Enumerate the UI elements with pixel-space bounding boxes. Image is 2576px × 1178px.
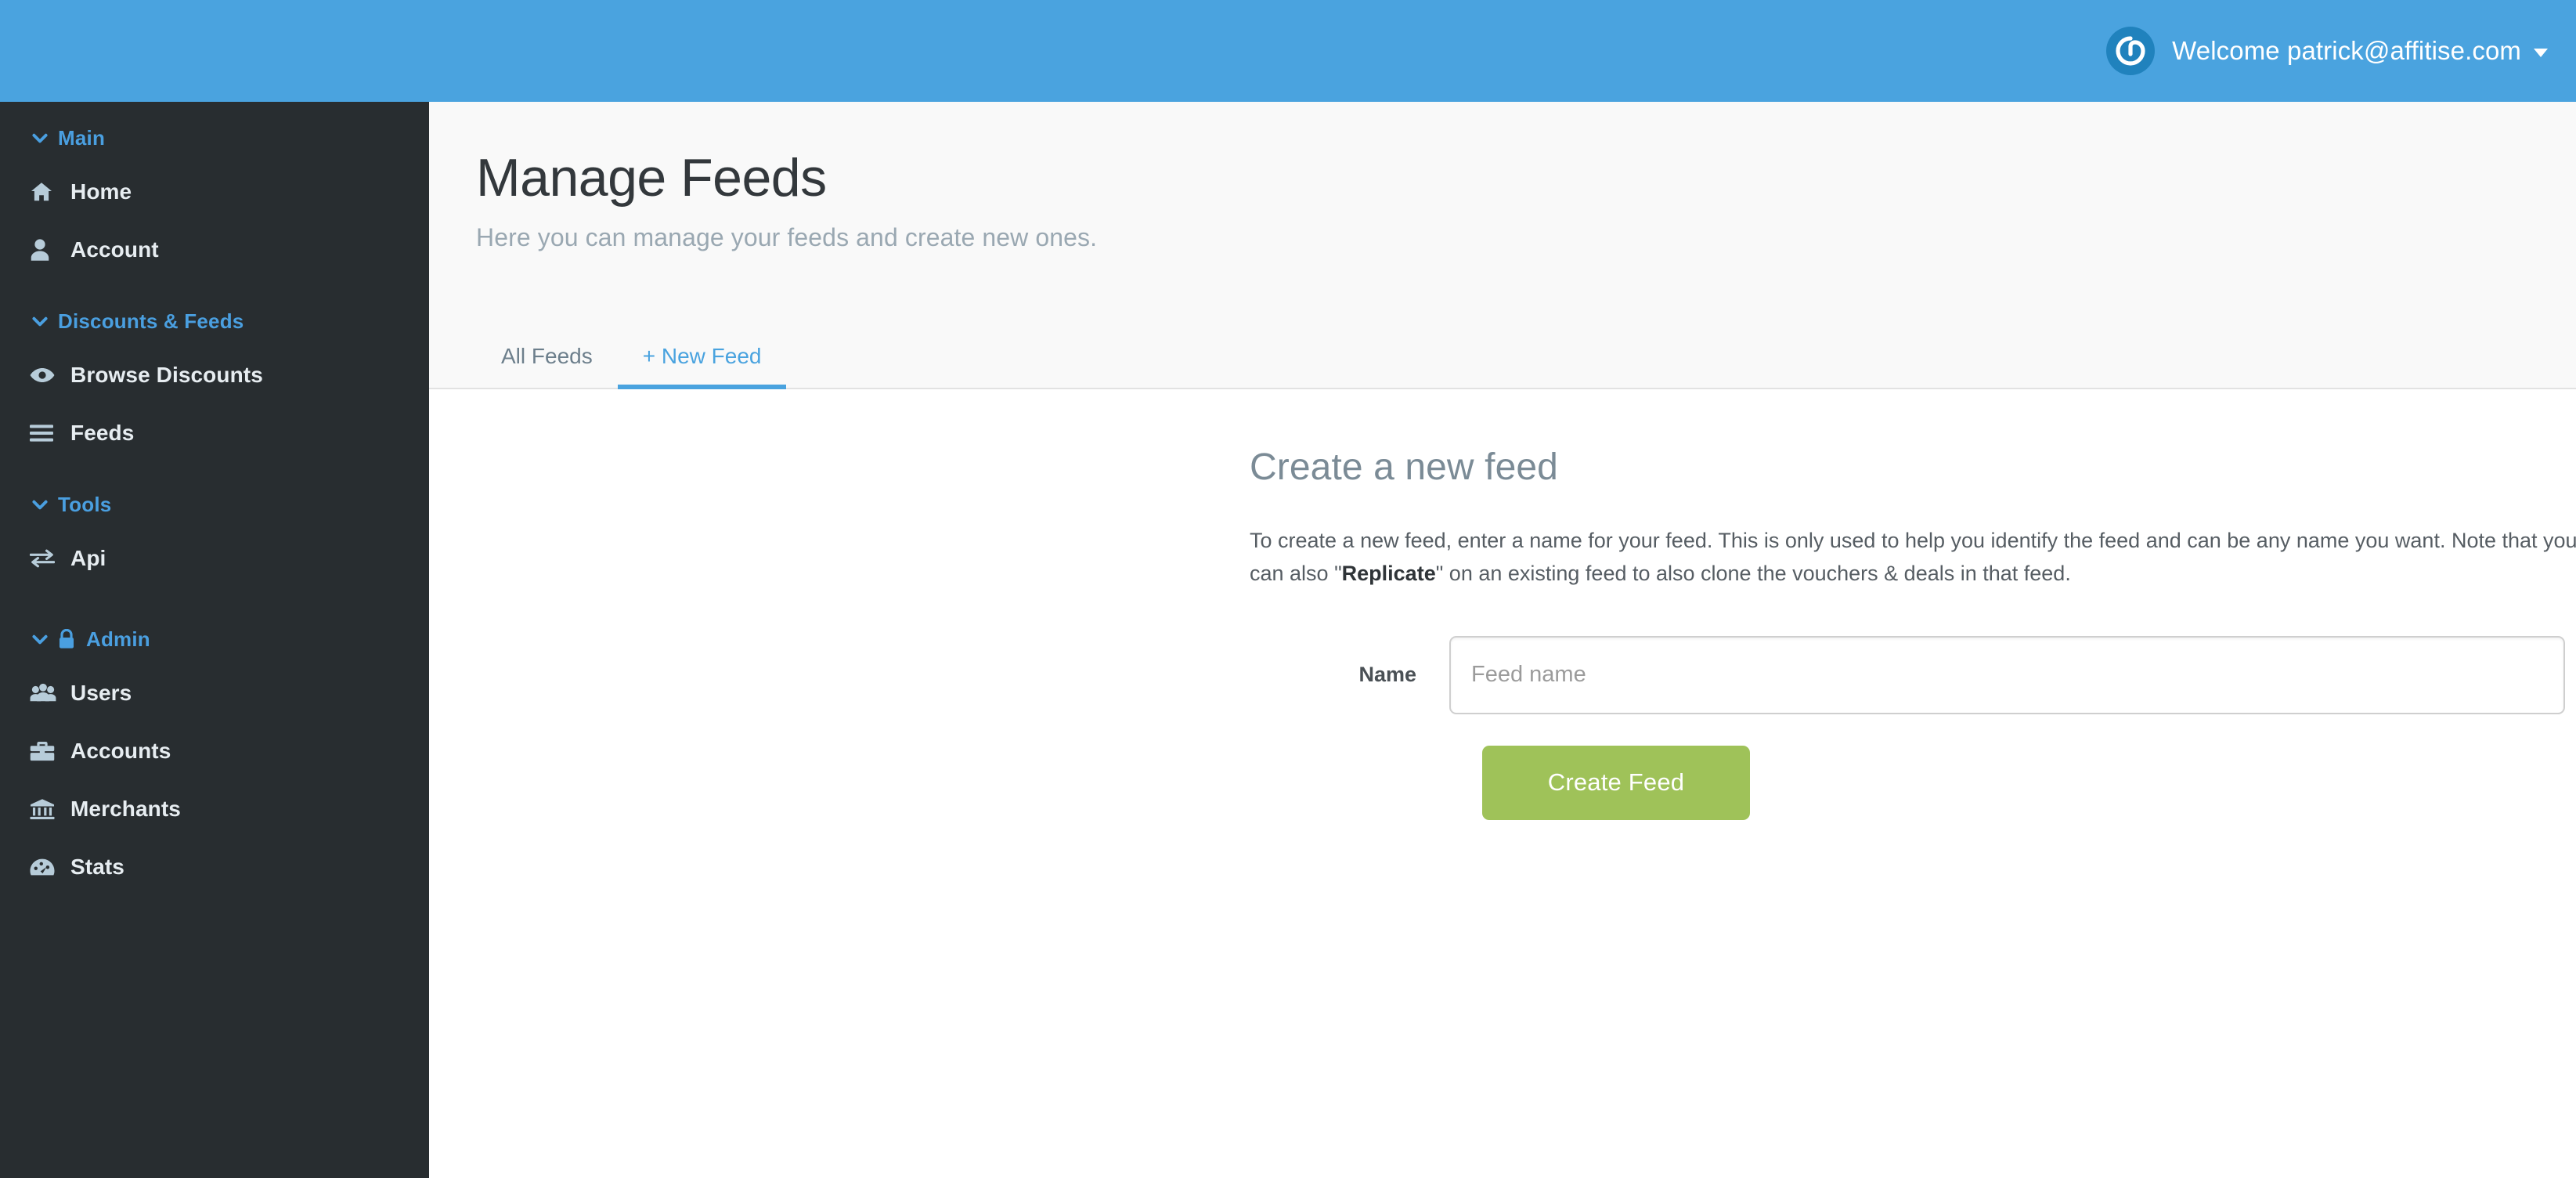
user-icon: [30, 238, 70, 262]
sidebar-item-api[interactable]: Api: [0, 529, 429, 587]
sidebar-item-accounts[interactable]: Accounts: [0, 722, 429, 780]
chevron-down-icon: [30, 128, 58, 148]
form-description-emphasis: Replicate: [1341, 561, 1436, 585]
sidebar-item-label: Feeds: [70, 421, 135, 445]
tab-new-feed[interactable]: + New Feed: [617, 344, 787, 389]
form-title: Create a new feed: [1250, 446, 1558, 488]
chevron-down-icon: [30, 494, 58, 515]
page-subtitle: Here you can manage your feeds and creat…: [476, 223, 1098, 252]
sidebar-group-admin[interactable]: Admin: [0, 614, 429, 664]
form-description-part2: " on an existing feed to also clone the …: [1435, 561, 2071, 585]
top-header-bar: Welcome patrick@affitise.com: [0, 0, 2576, 102]
sidebar-group-label: Discounts & Feeds: [58, 309, 244, 333]
sidebar-item-label: Home: [70, 179, 132, 204]
lock-icon: [58, 629, 75, 649]
name-field-row: Name: [1250, 635, 2576, 714]
sidebar-item-browse-discounts[interactable]: Browse Discounts: [0, 346, 429, 404]
bank-icon: [30, 798, 70, 820]
app-root: Welcome patrick@affitise.com Main Home A…: [0, 0, 2576, 1178]
chevron-down-icon: [30, 629, 58, 649]
name-label: Name: [1358, 663, 1416, 687]
page-header-section: Manage Feeds Here you can manage your fe…: [429, 102, 2576, 389]
create-feed-button[interactable]: Create Feed: [1482, 745, 1750, 820]
sidebar-item-label: Browse Discounts: [70, 363, 263, 387]
welcome-label: Welcome patrick@affitise.com: [2172, 36, 2521, 65]
chevron-down-icon: [30, 311, 58, 331]
exchange-arrows-icon: [30, 549, 70, 568]
form-description: To create a new feed, enter a name for y…: [1250, 525, 2576, 591]
sidebar-group-label: Tools: [58, 492, 112, 516]
sidebar-item-account[interactable]: Account: [0, 221, 429, 279]
sidebar-item-label: Accounts: [70, 739, 171, 763]
caret-down-icon: [2534, 48, 2548, 57]
sidebar-group-label: Main: [58, 125, 106, 150]
main-content-area: Manage Feeds Here you can manage your fe…: [429, 102, 2576, 1178]
sidebar-item-merchants[interactable]: Merchants: [0, 780, 429, 838]
briefcase-icon: [30, 741, 70, 761]
sidebar-navigation: Main Home Account Discounts & Feeds Brow…: [0, 102, 429, 1178]
sidebar-group-label: Admin: [86, 627, 150, 651]
sidebar-item-home[interactable]: Home: [0, 163, 429, 221]
sidebar-item-feeds[interactable]: Feeds: [0, 404, 429, 462]
sidebar-item-label: Users: [70, 681, 132, 705]
sidebar-item-users[interactable]: Users: [0, 664, 429, 722]
sidebar-group-discounts-and-feeds[interactable]: Discounts & Feeds: [0, 296, 429, 346]
tab-bar: All Feeds + New Feed: [476, 344, 787, 389]
header-right-cluster: Welcome patrick@affitise.com: [2106, 0, 2548, 102]
eye-icon: [30, 366, 70, 385]
list-bars-icon: [30, 424, 70, 443]
feed-name-input[interactable]: [1449, 635, 2565, 714]
sidebar-group-main[interactable]: Main: [0, 113, 429, 163]
tachometer-icon: [30, 858, 70, 876]
sidebar-item-label: Account: [70, 237, 159, 262]
home-icon: [30, 180, 70, 204]
sidebar-item-label: Stats: [70, 855, 124, 879]
page-title: Manage Feeds: [476, 148, 827, 208]
sidebar-item-label: Api: [70, 546, 106, 570]
submit-row: Create Feed: [1482, 745, 2576, 820]
sidebar-item-stats[interactable]: Stats: [0, 838, 429, 896]
sidebar-item-label: Merchants: [70, 797, 181, 821]
users-group-icon: [30, 683, 70, 703]
affitise-power-logo-icon: [2106, 27, 2156, 75]
user-menu-button[interactable]: Welcome patrick@affitise.com: [2172, 36, 2548, 66]
sidebar-group-tools[interactable]: Tools: [0, 479, 429, 529]
form-panel: Create a new feed To create a new feed, …: [429, 389, 2576, 820]
tab-all-feeds[interactable]: All Feeds: [476, 344, 618, 389]
